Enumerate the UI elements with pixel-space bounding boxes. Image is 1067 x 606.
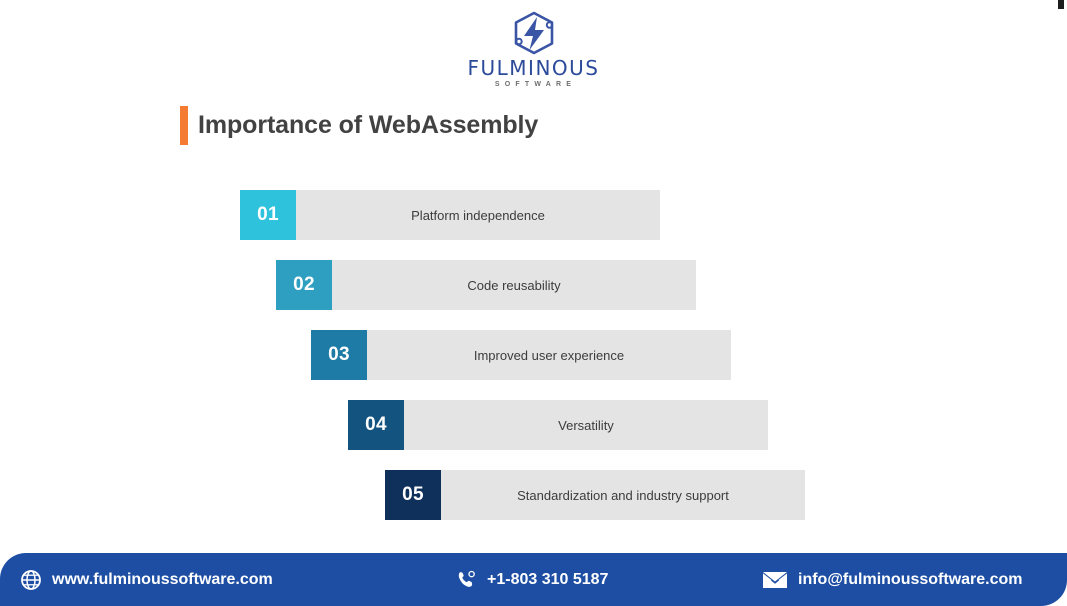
list-item-number: 01 <box>240 190 296 240</box>
phone-icon <box>455 569 477 591</box>
list-item-label: Standardization and industry support <box>441 470 805 520</box>
corner-mark <box>1058 0 1064 9</box>
page-title: Importance of WebAssembly <box>180 106 538 145</box>
footer-phone-text: +1-803 310 5187 <box>487 570 609 588</box>
page-title-text: Importance of WebAssembly <box>198 111 539 139</box>
list-item-number: 03 <box>311 330 367 380</box>
envelope-icon <box>762 570 788 590</box>
brand-wordmark: FULMINOUS <box>467 56 600 80</box>
footer-email-text: info@fulminoussoftware.com <box>798 570 1023 588</box>
list-item-number: 05 <box>385 470 441 520</box>
footer-website-text: www.fulminoussoftware.com <box>52 570 273 588</box>
list-item[interactable]: 02 Code reusability <box>276 260 696 310</box>
list-item-label: Versatility <box>404 400 768 450</box>
footer-bar: www.fulminoussoftware.com +1-803 310 518… <box>0 553 1067 606</box>
list-item-number: 02 <box>276 260 332 310</box>
title-accent-bar <box>180 106 188 145</box>
globe-icon <box>20 569 42 591</box>
footer-email[interactable]: info@fulminoussoftware.com <box>762 570 1023 590</box>
footer-phone[interactable]: +1-803 310 5187 <box>455 569 608 591</box>
list-item[interactable]: 05 Standardization and industry support <box>385 470 805 520</box>
footer-website[interactable]: www.fulminoussoftware.com <box>20 569 273 591</box>
list-item-label: Code reusability <box>332 260 696 310</box>
list-item[interactable]: 04 Versatility <box>348 400 768 450</box>
list-item-number: 04 <box>348 400 404 450</box>
list-item[interactable]: 03 Improved user experience <box>311 330 731 380</box>
list-item[interactable]: 01 Platform independence <box>240 190 660 240</box>
list-item-label: Platform independence <box>296 190 660 240</box>
staircase-list: 01 Platform independence 02 Code reusabilit… <box>0 190 1067 530</box>
brand-logo: FULMINOUS SOFTWARE <box>0 10 1067 88</box>
brand-subword: SOFTWARE <box>494 81 577 88</box>
fulminous-hexagon-bolt-logo <box>504 10 564 56</box>
list-item-label: Improved user experience <box>367 330 731 380</box>
